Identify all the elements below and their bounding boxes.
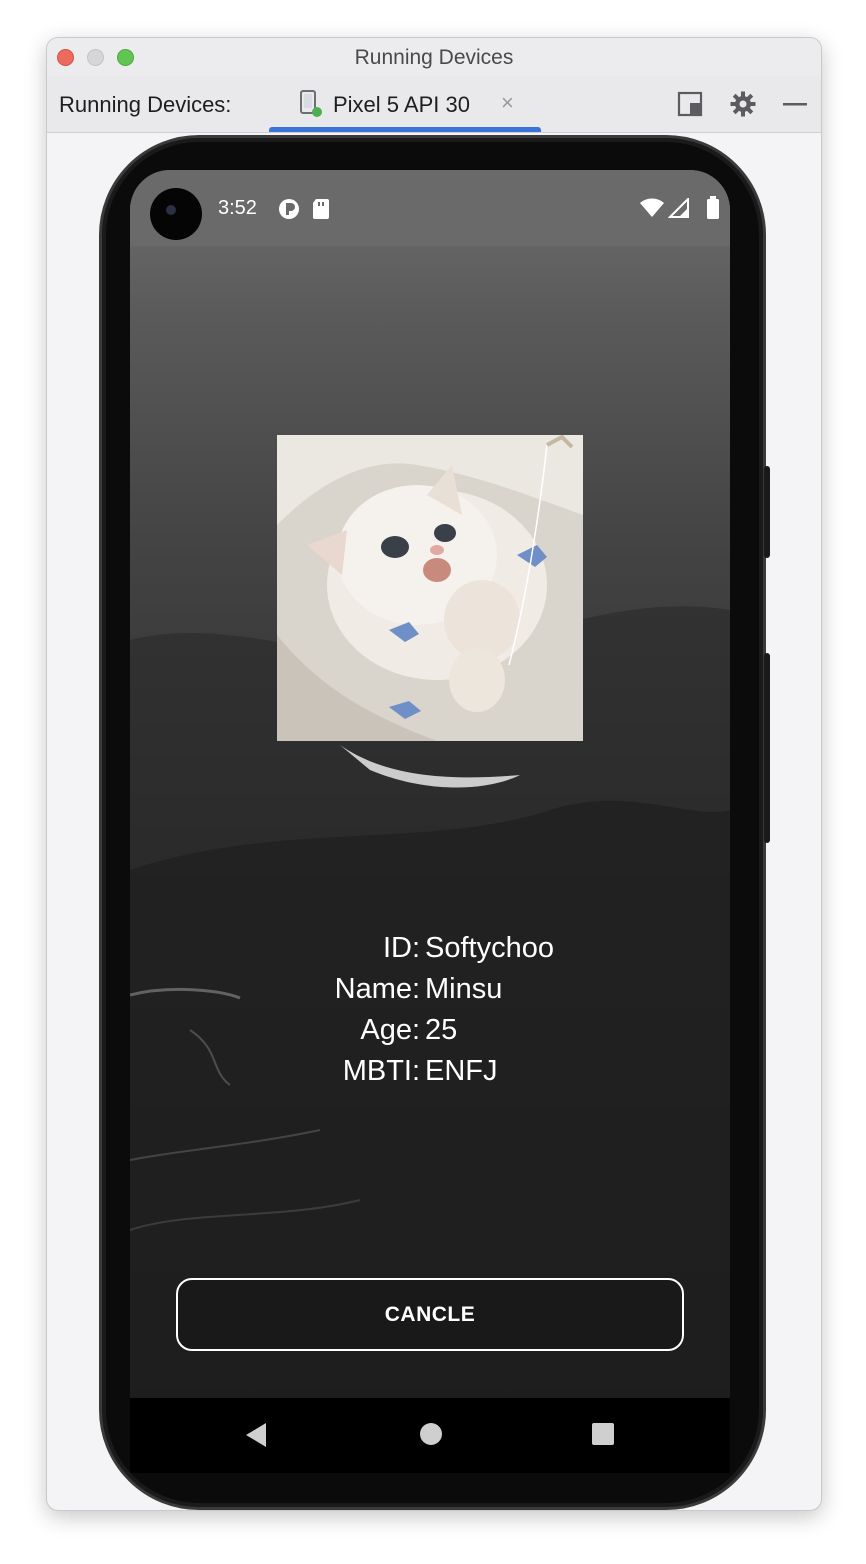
profile-info: ID : Softychoo Name : Minsu Age : 25 MBT…: [130, 932, 730, 1096]
device-screen: 3:52 ID: Softychoo Name: Minsu Age: 2…: [130, 170, 730, 1398]
status-bar: 3:52: [130, 170, 730, 246]
power-button: [764, 653, 770, 843]
age-label: Age: [360, 1014, 412, 1046]
id-colon: :: [412, 932, 421, 964]
wifi-icon: [640, 198, 664, 217]
tab-label: Pixel 5 API 30: [333, 92, 470, 117]
device-icon: [300, 90, 322, 117]
toolbar: Running Devices: Pixel 5 API 30 ×: [47, 76, 821, 133]
sea-background-image: [130, 170, 730, 1398]
title-bar: Running Devices: [47, 38, 821, 76]
age-colon: :: [412, 1014, 421, 1046]
notification-icon: [279, 199, 299, 219]
active-tab-indicator: [269, 127, 541, 132]
window-title: Running Devices: [354, 46, 514, 69]
id-label: ID: [383, 932, 412, 964]
signal-icon: [668, 198, 689, 218]
info-row-age: Age : 25: [130, 1014, 730, 1055]
mbti-label: MBTI: [342, 1055, 412, 1087]
mbti-colon: :: [412, 1055, 421, 1087]
home-icon[interactable]: [419, 1422, 443, 1446]
layout-icon[interactable]: [677, 91, 703, 117]
running-devices-label: Running Devices:: [59, 92, 232, 117]
gear-icon[interactable]: [730, 91, 756, 117]
minimize-panel-icon[interactable]: [782, 91, 808, 117]
name-colon: :: [412, 973, 421, 1005]
mbti-value: ENFJ: [425, 1055, 498, 1087]
volume-button: [764, 466, 770, 558]
name-label: Name: [334, 973, 412, 1005]
status-time: 3:52: [218, 197, 257, 219]
name-value: Minsu: [425, 973, 503, 1005]
sd-card-icon: [313, 199, 329, 219]
battery-icon: [707, 196, 719, 219]
tab-pixel-5-api-30[interactable]: Pixel 5 API 30 ×: [269, 76, 541, 132]
age-value: 25: [425, 1014, 458, 1046]
recent-apps-icon[interactable]: [591, 1422, 615, 1446]
info-row-mbti: MBTI : ENFJ: [130, 1055, 730, 1096]
front-camera: [150, 188, 202, 240]
info-row-id: ID : Softychoo: [130, 932, 730, 973]
navigation-bar: [130, 1398, 730, 1473]
info-row-name: Name : Minsu: [130, 973, 730, 1014]
back-icon[interactable]: [244, 1422, 268, 1448]
tab-close-icon[interactable]: ×: [501, 90, 514, 116]
cancel-button[interactable]: CANCLE: [176, 1278, 684, 1351]
profile-cat-image: [277, 435, 583, 741]
id-value: Softychoo: [425, 932, 554, 964]
